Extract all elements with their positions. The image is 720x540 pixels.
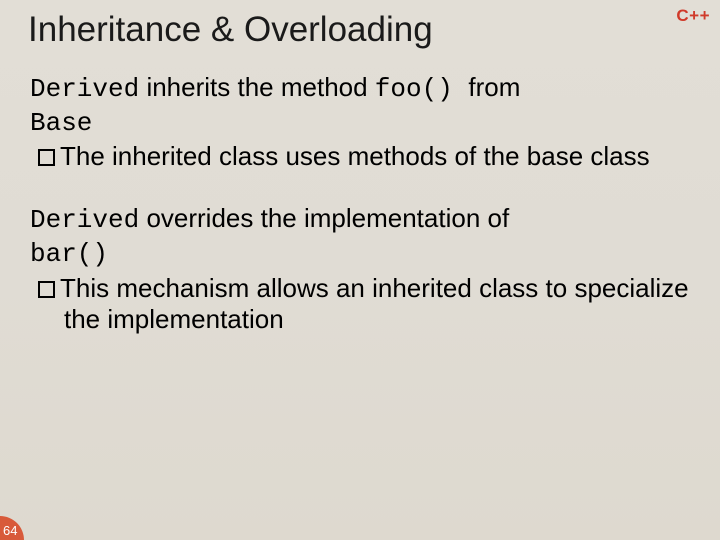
text: This mechanism allows an inherited class…: [60, 273, 689, 335]
code-derived-2: Derived: [30, 205, 139, 235]
code-base: Base: [30, 108, 92, 138]
language-badge: C++: [676, 6, 710, 26]
text: from: [468, 72, 520, 102]
text: overrides the implementation of: [139, 203, 509, 233]
paragraph-1-line: Derived inherits the method foo() from B…: [30, 72, 690, 139]
bullet-box-icon: [38, 149, 55, 166]
slide-title: Inheritance & Overloading: [28, 10, 433, 50]
slide-body: Derived inherits the method foo() from B…: [30, 72, 690, 366]
code-bar: bar(): [30, 239, 108, 269]
paragraph-2-line: Derived overrides the implementation of …: [30, 203, 690, 270]
text: The inherited class uses methods of the …: [60, 141, 650, 171]
code-foo: foo(): [375, 74, 469, 104]
paragraph-1: Derived inherits the method foo() from B…: [30, 72, 690, 173]
slide: C++ Inheritance & Overloading Derived in…: [0, 0, 720, 540]
text: inherits the method: [139, 72, 375, 102]
code-derived-1: Derived: [30, 74, 139, 104]
paragraph-1-sub: The inherited class uses methods of the …: [30, 141, 690, 173]
bullet-box-icon: [38, 281, 55, 298]
page-number: 64: [0, 516, 24, 540]
paragraph-2: Derived overrides the implementation of …: [30, 203, 690, 336]
paragraph-2-sub: This mechanism allows an inherited class…: [30, 273, 690, 336]
